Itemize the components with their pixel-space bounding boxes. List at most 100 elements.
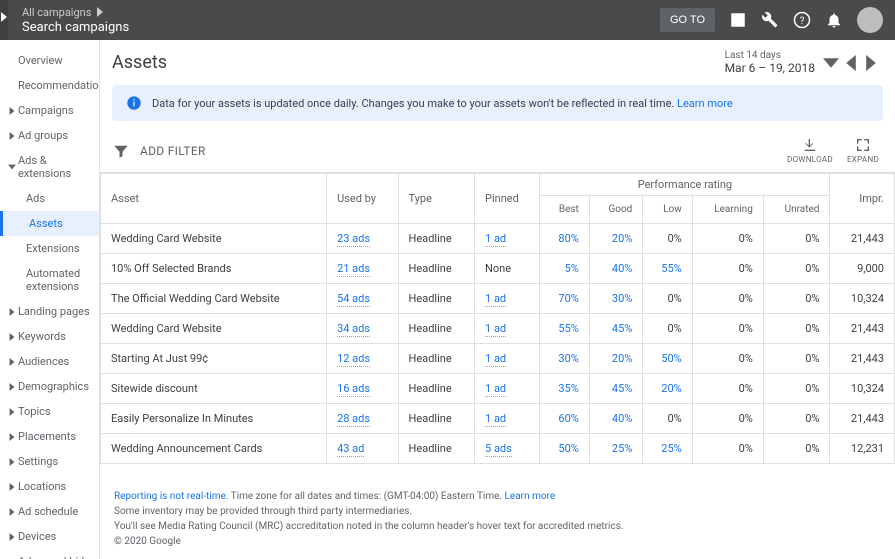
expand-panel-handle[interactable] (0, 0, 8, 40)
help-icon[interactable]: ? (793, 11, 811, 29)
cell-used-by[interactable]: 23 ads (327, 224, 398, 254)
sidebar-item-topics[interactable]: Topics (0, 399, 99, 424)
goto-button[interactable]: GO TO (660, 8, 715, 32)
sidebar-item-ads[interactable]: Ads (0, 186, 99, 211)
cell-used-by[interactable]: 28 ads (327, 404, 398, 434)
col-good[interactable]: Good (589, 196, 643, 224)
cell-used-by[interactable]: 12 ads (327, 344, 398, 374)
table-row[interactable]: Wedding Announcement Cards43 adHeadline5… (101, 434, 895, 464)
table-row[interactable]: The Official Wedding Card Website54 adsH… (101, 284, 895, 314)
prev-period-icon[interactable] (843, 55, 859, 71)
table-row[interactable]: Sitewide discount16 adsHeadline1 ad35%45… (101, 374, 895, 404)
next-period-icon[interactable] (863, 55, 879, 71)
table-row[interactable]: 10% Off Selected Brands21 adsHeadlineNon… (101, 254, 895, 284)
cell-pinned[interactable]: 1 ad (475, 374, 540, 404)
col-pinned[interactable]: Pinned (475, 174, 540, 224)
cell-used-by[interactable]: 43 ad (327, 434, 398, 464)
cell-good[interactable]: 25% (589, 434, 643, 464)
chevron-icon (8, 508, 16, 516)
cell-low[interactable]: 55% (643, 254, 692, 284)
table-row[interactable]: Wedding Card Website34 adsHeadline1 ad55… (101, 314, 895, 344)
cell-good[interactable]: 30% (589, 284, 643, 314)
cell-pinned[interactable]: 1 ad (475, 404, 540, 434)
sidebar-item-label: Ads (26, 192, 45, 205)
col-impr[interactable]: Impr. (830, 174, 895, 224)
cell-good[interactable]: 20% (589, 224, 643, 254)
banner-learn-more-link[interactable]: Learn more (677, 97, 733, 110)
tools-icon[interactable] (761, 11, 779, 29)
cell-best[interactable]: 35% (540, 374, 589, 404)
cell-type: Headline (398, 374, 474, 404)
filter-icon[interactable] (112, 142, 130, 160)
sidebar-item-overview[interactable]: Overview (0, 48, 99, 73)
sidebar-item-assets[interactable]: Assets (0, 211, 99, 236)
cell-low[interactable]: 25% (643, 434, 692, 464)
sidebar-item-devices[interactable]: Devices (0, 524, 99, 549)
cell-pinned[interactable]: 1 ad (475, 224, 540, 254)
sidebar-item-audiences[interactable]: Audiences (0, 349, 99, 374)
cell-best[interactable]: 50% (540, 434, 589, 464)
table-row[interactable]: Wedding Card Website23 adsHeadline1 ad80… (101, 224, 895, 254)
sidebar-item-keywords[interactable]: Keywords (0, 324, 99, 349)
notifications-icon[interactable] (825, 11, 843, 29)
dropdown-icon[interactable] (823, 55, 839, 71)
cell-used-by[interactable]: 34 ads (327, 314, 398, 344)
sidebar-item-landing-pages[interactable]: Landing pages (0, 299, 99, 324)
add-filter-button[interactable]: ADD FILTER (140, 144, 206, 158)
cell-good[interactable]: 40% (589, 254, 643, 284)
cell-good[interactable]: 20% (589, 344, 643, 374)
cell-best[interactable]: 55% (540, 314, 589, 344)
col-learning[interactable]: Learning (692, 196, 763, 224)
sidebar-item-ad-groups[interactable]: Ad groups (0, 123, 99, 148)
cell-used-by[interactable]: 21 ads (327, 254, 398, 284)
date-label: Last 14 days (725, 50, 815, 61)
sidebar-item-locations[interactable]: Locations (0, 474, 99, 499)
sidebar-item-extensions[interactable]: Extensions (0, 236, 99, 261)
cell-good[interactable]: 45% (589, 374, 643, 404)
cell-good[interactable]: 45% (589, 314, 643, 344)
date-range-picker[interactable]: Last 14 days Mar 6 – 19, 2018 (725, 50, 815, 75)
sidebar-item-placements[interactable]: Placements (0, 424, 99, 449)
cell-best[interactable]: 5% (540, 254, 589, 284)
cell-low: 0% (643, 404, 692, 434)
col-type[interactable]: Type (398, 174, 474, 224)
table-row[interactable]: Easily Personalize In Minutes28 adsHeadl… (101, 404, 895, 434)
sidebar: OverviewRecommendationsCampaignsAd group… (0, 40, 100, 559)
expand-button[interactable]: EXPAND (847, 137, 879, 164)
cell-used-by[interactable]: 16 ads (327, 374, 398, 404)
sidebar-item-automated-extensions[interactable]: Automated extensions (0, 261, 99, 299)
cell-best[interactable]: 70% (540, 284, 589, 314)
cell-best[interactable]: 30% (540, 344, 589, 374)
reports-icon[interactable] (729, 11, 747, 29)
cell-pinned[interactable]: 5 ads (475, 434, 540, 464)
cell-low[interactable]: 20% (643, 374, 692, 404)
breadcrumb[interactable]: All campaigns (22, 6, 660, 19)
sidebar-item-recommendations[interactable]: Recommendations (0, 73, 99, 98)
page-title: Assets (112, 52, 725, 73)
table-row[interactable]: Starting At Just 99¢12 adsHeadline1 ad30… (101, 344, 895, 374)
download-button[interactable]: DOWNLOAD (787, 137, 833, 164)
cell-best[interactable]: 80% (540, 224, 589, 254)
sidebar-item-settings[interactable]: Settings (0, 449, 99, 474)
col-asset[interactable]: Asset (101, 174, 327, 224)
cell-unrated: 0% (763, 284, 830, 314)
col-used-by[interactable]: Used by (327, 174, 398, 224)
cell-pinned[interactable]: 1 ad (475, 284, 540, 314)
sidebar-item-campaigns[interactable]: Campaigns (0, 98, 99, 123)
cell-pinned[interactable]: 1 ad (475, 314, 540, 344)
col-unrated[interactable]: Unrated (763, 196, 830, 224)
sidebar-item-ads-extensions[interactable]: Ads & extensions (0, 148, 99, 186)
col-low[interactable]: Low (643, 196, 692, 224)
footer-reporting-link[interactable]: Reporting is not real-time. (114, 491, 228, 502)
sidebar-item-advanced-bid-adj-[interactable]: Advanced bid adj. (0, 549, 99, 559)
cell-used-by[interactable]: 54 ads (327, 284, 398, 314)
col-best[interactable]: Best (540, 196, 589, 224)
footer-learn-more-link[interactable]: Learn more (505, 491, 556, 502)
sidebar-item-demographics[interactable]: Demographics (0, 374, 99, 399)
cell-best[interactable]: 60% (540, 404, 589, 434)
sidebar-item-ad-schedule[interactable]: Ad schedule (0, 499, 99, 524)
cell-pinned[interactable]: 1 ad (475, 344, 540, 374)
cell-good[interactable]: 40% (589, 404, 643, 434)
avatar[interactable] (857, 7, 883, 33)
cell-low[interactable]: 50% (643, 344, 692, 374)
